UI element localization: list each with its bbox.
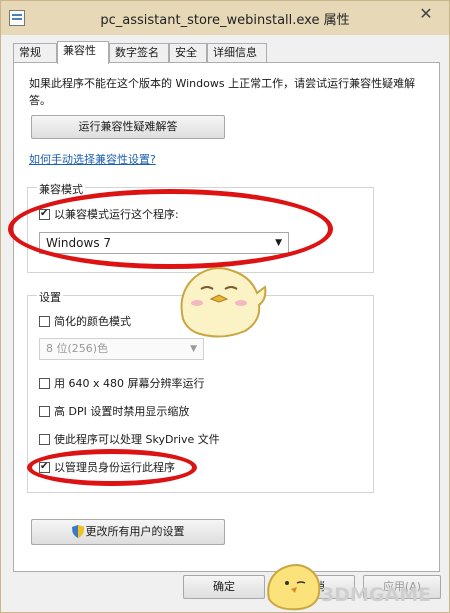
- resolution-640-check[interactable]: [39, 378, 50, 389]
- ok-button[interactable]: 确定: [183, 575, 265, 599]
- manual-settings-link[interactable]: 如何手动选择兼容性设置?: [29, 151, 156, 167]
- watermark-text: 3DMGAME: [321, 584, 432, 606]
- resolution-640-label: 用 640 x 480 屏幕分辨率运行: [54, 377, 205, 390]
- disable-dpi-scaling-checkbox[interactable]: 高 DPI 设置时禁用显示缩放: [39, 404, 189, 420]
- highlight-ellipse-admin: [27, 449, 197, 486]
- tab-general[interactable]: 常规: [13, 43, 57, 63]
- intro-text: 如果此程序不能在这个版本的 Windows 上正常工作，请尝试运行兼容性疑难解答…: [29, 77, 416, 107]
- skydrive-check[interactable]: [39, 434, 50, 445]
- skydrive-checkbox[interactable]: 使此程序可以处理 SkyDrive 文件: [39, 432, 220, 448]
- reduced-color-check[interactable]: [39, 316, 50, 327]
- change-all-users-label: 更改所有用户的设置: [85, 525, 185, 538]
- small-chick-mascot-illustration: [267, 564, 321, 611]
- disable-dpi-scaling-check[interactable]: [39, 406, 50, 417]
- reduced-color-checkbox[interactable]: 简化的颜色模式: [39, 314, 131, 330]
- settings-label: 设置: [37, 289, 63, 305]
- resolution-640-checkbox[interactable]: 用 640 x 480 屏幕分辨率运行: [39, 376, 205, 392]
- tab-compatibility[interactable]: 兼容性: [57, 41, 109, 64]
- title-bar: pc_assistant_store_webinstall.exe 属性 ✕: [1, 1, 449, 35]
- compat-mode-label: 兼容模式: [37, 181, 85, 197]
- disable-dpi-scaling-label: 高 DPI 设置时禁用显示缩放: [54, 405, 190, 418]
- chevron-down-icon: ▼: [190, 344, 197, 354]
- skydrive-label: 使此程序可以处理 SkyDrive 文件: [54, 433, 220, 446]
- uac-shield-icon: [71, 525, 84, 538]
- chick-mascot-illustration: [180, 267, 267, 338]
- tab-details[interactable]: 详细信息: [207, 43, 267, 63]
- tab-digital-signatures[interactable]: 数字签名: [109, 43, 169, 63]
- properties-dialog: pc_assistant_store_webinstall.exe 属性 ✕ 常…: [0, 0, 450, 613]
- close-button[interactable]: ✕: [411, 3, 441, 27]
- run-troubleshooter-button[interactable]: 运行兼容性疑难解答: [31, 115, 225, 139]
- color-depth-select[interactable]: 8 位(256)色 ▼: [39, 338, 204, 360]
- tab-security[interactable]: 安全: [169, 43, 207, 63]
- change-all-users-button[interactable]: 更改所有用户的设置: [31, 519, 225, 545]
- highlight-ellipse-compat: [8, 189, 333, 269]
- color-depth-value: 8 位(256)色: [46, 342, 109, 355]
- reduced-color-label: 简化的颜色模式: [54, 315, 131, 328]
- window-title: pc_assistant_store_webinstall.exe 属性: [100, 13, 350, 28]
